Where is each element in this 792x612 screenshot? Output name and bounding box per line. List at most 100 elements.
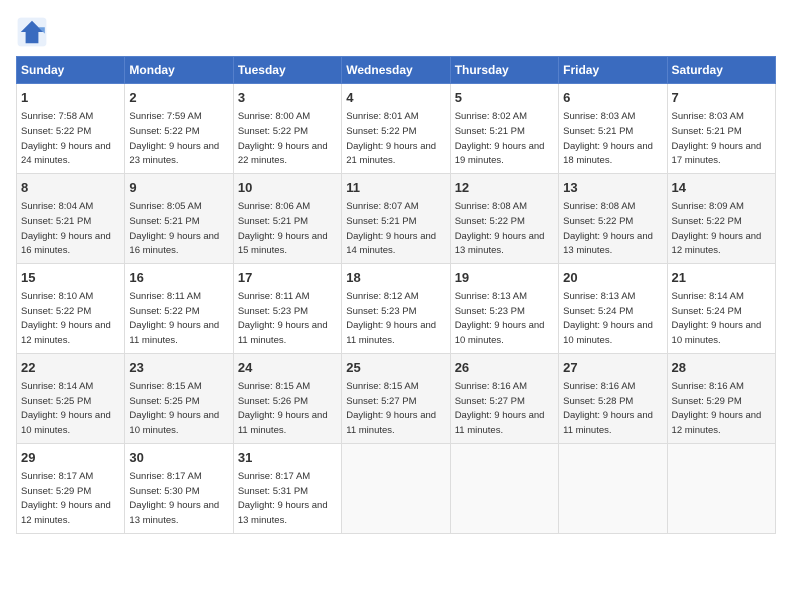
day-info: Sunrise: 8:13 AMSunset: 5:23 PMDaylight:… xyxy=(455,291,545,346)
day-info: Sunrise: 8:16 AMSunset: 5:28 PMDaylight:… xyxy=(563,381,653,436)
day-info: Sunrise: 8:07 AMSunset: 5:21 PMDaylight:… xyxy=(346,201,436,256)
calendar-cell: 3 Sunrise: 8:00 AMSunset: 5:22 PMDayligh… xyxy=(233,84,341,174)
calendar-cell: 7 Sunrise: 8:03 AMSunset: 5:21 PMDayligh… xyxy=(667,84,775,174)
calendar-cell: 4 Sunrise: 8:01 AMSunset: 5:22 PMDayligh… xyxy=(342,84,450,174)
day-header: Friday xyxy=(559,57,667,84)
day-number: 10 xyxy=(238,179,337,197)
day-number: 19 xyxy=(455,269,554,287)
day-number: 31 xyxy=(238,449,337,467)
calendar-cell: 27 Sunrise: 8:16 AMSunset: 5:28 PMDaylig… xyxy=(559,353,667,443)
day-number: 9 xyxy=(129,179,228,197)
calendar-cell xyxy=(450,443,558,533)
day-number: 1 xyxy=(21,89,120,107)
day-number: 8 xyxy=(21,179,120,197)
day-number: 29 xyxy=(21,449,120,467)
day-number: 26 xyxy=(455,359,554,377)
calendar-cell: 11 Sunrise: 8:07 AMSunset: 5:21 PMDaylig… xyxy=(342,173,450,263)
day-info: Sunrise: 8:13 AMSunset: 5:24 PMDaylight:… xyxy=(563,291,653,346)
day-number: 20 xyxy=(563,269,662,287)
calendar-cell xyxy=(342,443,450,533)
day-info: Sunrise: 8:00 AMSunset: 5:22 PMDaylight:… xyxy=(238,111,328,166)
calendar-cell: 8 Sunrise: 8:04 AMSunset: 5:21 PMDayligh… xyxy=(17,173,125,263)
day-info: Sunrise: 8:03 AMSunset: 5:21 PMDaylight:… xyxy=(672,111,762,166)
day-number: 21 xyxy=(672,269,771,287)
day-number: 18 xyxy=(346,269,445,287)
logo-icon xyxy=(16,16,48,48)
day-number: 27 xyxy=(563,359,662,377)
day-number: 6 xyxy=(563,89,662,107)
day-info: Sunrise: 8:03 AMSunset: 5:21 PMDaylight:… xyxy=(563,111,653,166)
day-number: 14 xyxy=(672,179,771,197)
day-header: Sunday xyxy=(17,57,125,84)
day-info: Sunrise: 8:04 AMSunset: 5:21 PMDaylight:… xyxy=(21,201,111,256)
calendar-week-row: 22 Sunrise: 8:14 AMSunset: 5:25 PMDaylig… xyxy=(17,353,776,443)
day-info: Sunrise: 8:09 AMSunset: 5:22 PMDaylight:… xyxy=(672,201,762,256)
day-info: Sunrise: 8:17 AMSunset: 5:30 PMDaylight:… xyxy=(129,471,219,526)
calendar-cell: 24 Sunrise: 8:15 AMSunset: 5:26 PMDaylig… xyxy=(233,353,341,443)
day-header: Tuesday xyxy=(233,57,341,84)
day-info: Sunrise: 8:12 AMSunset: 5:23 PMDaylight:… xyxy=(346,291,436,346)
day-number: 15 xyxy=(21,269,120,287)
calendar-cell: 2 Sunrise: 7:59 AMSunset: 5:22 PMDayligh… xyxy=(125,84,233,174)
calendar-cell: 23 Sunrise: 8:15 AMSunset: 5:25 PMDaylig… xyxy=(125,353,233,443)
calendar-week-row: 29 Sunrise: 8:17 AMSunset: 5:29 PMDaylig… xyxy=(17,443,776,533)
day-number: 5 xyxy=(455,89,554,107)
calendar-cell: 13 Sunrise: 8:08 AMSunset: 5:22 PMDaylig… xyxy=(559,173,667,263)
day-number: 25 xyxy=(346,359,445,377)
day-info: Sunrise: 8:16 AMSunset: 5:27 PMDaylight:… xyxy=(455,381,545,436)
calendar-cell: 31 Sunrise: 8:17 AMSunset: 5:31 PMDaylig… xyxy=(233,443,341,533)
day-info: Sunrise: 8:11 AMSunset: 5:22 PMDaylight:… xyxy=(129,291,219,346)
day-info: Sunrise: 8:16 AMSunset: 5:29 PMDaylight:… xyxy=(672,381,762,436)
calendar-cell: 26 Sunrise: 8:16 AMSunset: 5:27 PMDaylig… xyxy=(450,353,558,443)
day-header: Wednesday xyxy=(342,57,450,84)
calendar-cell: 28 Sunrise: 8:16 AMSunset: 5:29 PMDaylig… xyxy=(667,353,775,443)
day-info: Sunrise: 8:11 AMSunset: 5:23 PMDaylight:… xyxy=(238,291,328,346)
calendar-cell: 1 Sunrise: 7:58 AMSunset: 5:22 PMDayligh… xyxy=(17,84,125,174)
calendar-cell xyxy=(667,443,775,533)
day-info: Sunrise: 8:17 AMSunset: 5:31 PMDaylight:… xyxy=(238,471,328,526)
calendar-cell: 16 Sunrise: 8:11 AMSunset: 5:22 PMDaylig… xyxy=(125,263,233,353)
day-number: 23 xyxy=(129,359,228,377)
day-number: 7 xyxy=(672,89,771,107)
day-number: 17 xyxy=(238,269,337,287)
day-info: Sunrise: 8:17 AMSunset: 5:29 PMDaylight:… xyxy=(21,471,111,526)
day-info: Sunrise: 8:05 AMSunset: 5:21 PMDaylight:… xyxy=(129,201,219,256)
day-info: Sunrise: 8:08 AMSunset: 5:22 PMDaylight:… xyxy=(563,201,653,256)
calendar-cell: 30 Sunrise: 8:17 AMSunset: 5:30 PMDaylig… xyxy=(125,443,233,533)
day-number: 28 xyxy=(672,359,771,377)
day-header: Thursday xyxy=(450,57,558,84)
calendar-cell: 20 Sunrise: 8:13 AMSunset: 5:24 PMDaylig… xyxy=(559,263,667,353)
day-header: Monday xyxy=(125,57,233,84)
day-info: Sunrise: 8:15 AMSunset: 5:26 PMDaylight:… xyxy=(238,381,328,436)
calendar-week-row: 1 Sunrise: 7:58 AMSunset: 5:22 PMDayligh… xyxy=(17,84,776,174)
day-number: 24 xyxy=(238,359,337,377)
calendar-header-row: SundayMondayTuesdayWednesdayThursdayFrid… xyxy=(17,57,776,84)
calendar-cell: 5 Sunrise: 8:02 AMSunset: 5:21 PMDayligh… xyxy=(450,84,558,174)
calendar-cell: 14 Sunrise: 8:09 AMSunset: 5:22 PMDaylig… xyxy=(667,173,775,263)
logo xyxy=(16,16,52,48)
calendar-cell: 19 Sunrise: 8:13 AMSunset: 5:23 PMDaylig… xyxy=(450,263,558,353)
calendar-cell: 12 Sunrise: 8:08 AMSunset: 5:22 PMDaylig… xyxy=(450,173,558,263)
day-info: Sunrise: 8:14 AMSunset: 5:25 PMDaylight:… xyxy=(21,381,111,436)
day-info: Sunrise: 8:02 AMSunset: 5:21 PMDaylight:… xyxy=(455,111,545,166)
day-number: 2 xyxy=(129,89,228,107)
day-info: Sunrise: 8:14 AMSunset: 5:24 PMDaylight:… xyxy=(672,291,762,346)
calendar-cell xyxy=(559,443,667,533)
day-number: 3 xyxy=(238,89,337,107)
calendar-week-row: 8 Sunrise: 8:04 AMSunset: 5:21 PMDayligh… xyxy=(17,173,776,263)
calendar-cell: 15 Sunrise: 8:10 AMSunset: 5:22 PMDaylig… xyxy=(17,263,125,353)
calendar-cell: 10 Sunrise: 8:06 AMSunset: 5:21 PMDaylig… xyxy=(233,173,341,263)
day-info: Sunrise: 8:01 AMSunset: 5:22 PMDaylight:… xyxy=(346,111,436,166)
day-number: 13 xyxy=(563,179,662,197)
day-info: Sunrise: 8:06 AMSunset: 5:21 PMDaylight:… xyxy=(238,201,328,256)
calendar-week-row: 15 Sunrise: 8:10 AMSunset: 5:22 PMDaylig… xyxy=(17,263,776,353)
day-info: Sunrise: 8:08 AMSunset: 5:22 PMDaylight:… xyxy=(455,201,545,256)
calendar-body: 1 Sunrise: 7:58 AMSunset: 5:22 PMDayligh… xyxy=(17,84,776,534)
day-number: 22 xyxy=(21,359,120,377)
calendar-table: SundayMondayTuesdayWednesdayThursdayFrid… xyxy=(16,56,776,534)
calendar-cell: 18 Sunrise: 8:12 AMSunset: 5:23 PMDaylig… xyxy=(342,263,450,353)
day-header: Saturday xyxy=(667,57,775,84)
calendar-cell: 25 Sunrise: 8:15 AMSunset: 5:27 PMDaylig… xyxy=(342,353,450,443)
day-info: Sunrise: 7:58 AMSunset: 5:22 PMDaylight:… xyxy=(21,111,111,166)
day-info: Sunrise: 8:15 AMSunset: 5:27 PMDaylight:… xyxy=(346,381,436,436)
